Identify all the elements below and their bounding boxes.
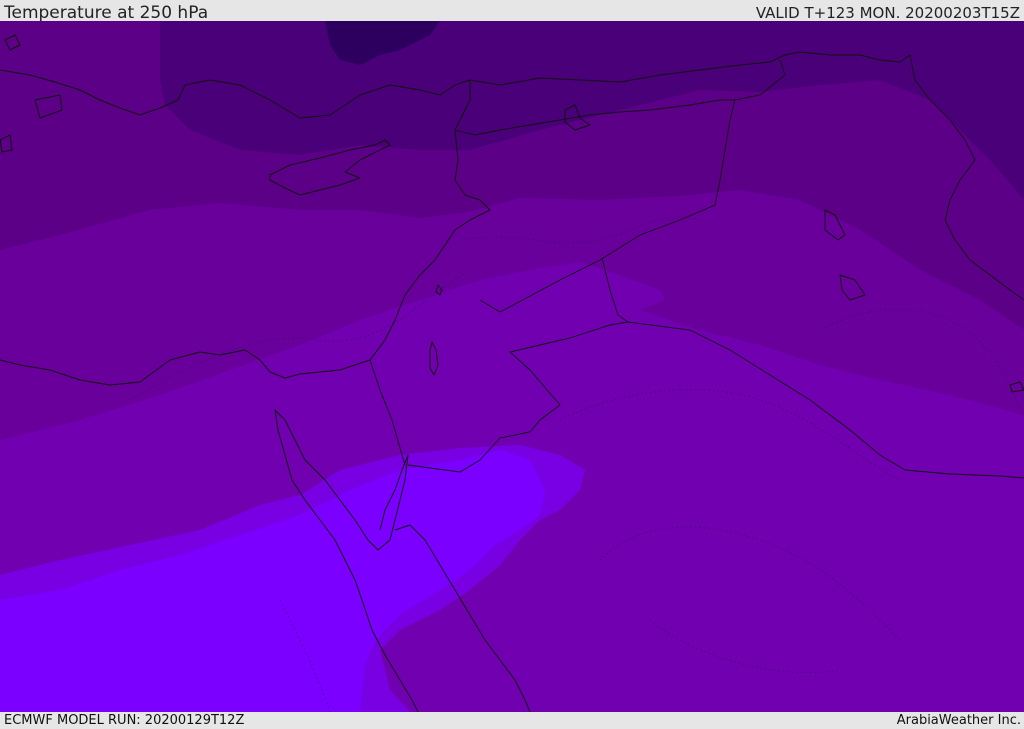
model-run-label: ECMWF MODEL RUN: 20200129T12Z — [4, 713, 245, 728]
footer-bar: ECMWF MODEL RUN: 20200129T12Z ArabiaWeat… — [0, 712, 1024, 729]
valid-time-label: VALID T+123 MON. 20200203T15Z — [755, 4, 1020, 22]
map-title: Temperature at 250 hPa — [4, 3, 209, 23]
credit-label: ArabiaWeather Inc. — [896, 713, 1021, 728]
map-canvas — [0, 21, 1024, 712]
header-bar: Temperature at 250 hPa VALID T+123 MON. … — [0, 0, 1024, 23]
temperature-map — [0, 21, 1024, 712]
weather-map-frame: Temperature at 250 hPa VALID T+123 MON. … — [0, 0, 1024, 729]
temperature-bands — [0, 21, 1024, 712]
